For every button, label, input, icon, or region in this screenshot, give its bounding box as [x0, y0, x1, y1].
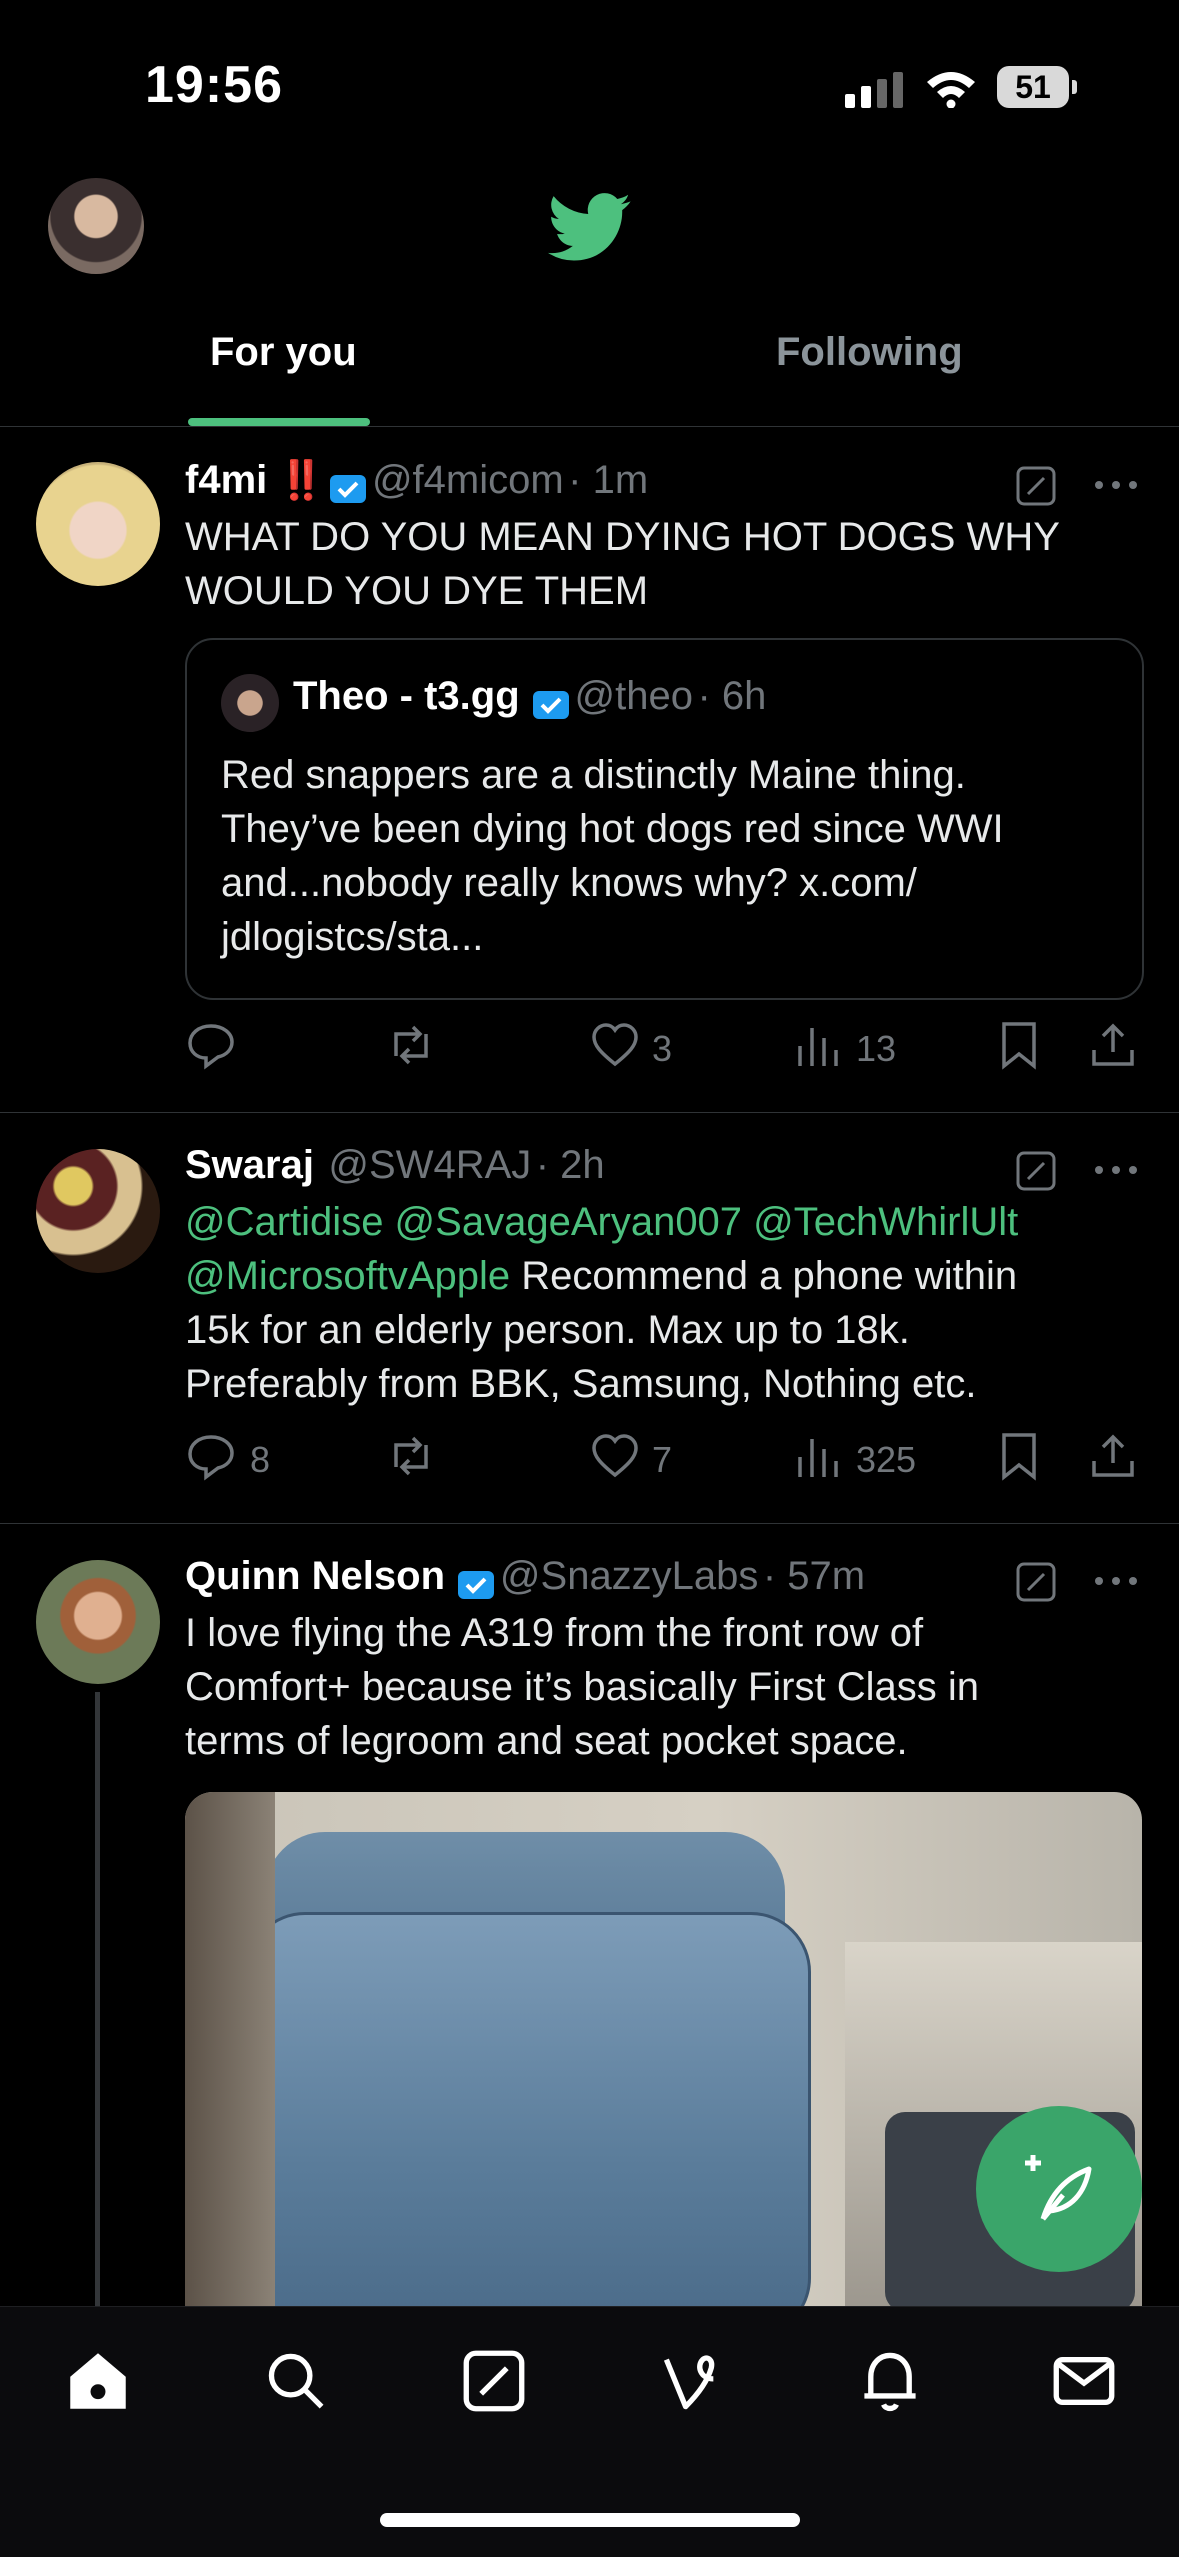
name-emoji: ‼️ [277, 460, 326, 502]
tweet-time: · 2h [535, 1143, 605, 1187]
bookmark-icon[interactable] [994, 1020, 1044, 1070]
tweet-text-line: WOULD YOU DYE THEM [185, 569, 649, 613]
quote-text-line: They’ve been dying hot dogs red since WW… [221, 807, 1004, 851]
reply-icon[interactable] [186, 1020, 236, 1070]
battery-level: 51 [997, 66, 1069, 108]
author-handle[interactable]: @SnazzyLabs [500, 1554, 759, 1598]
edit-icon[interactable] [1016, 1562, 1056, 1602]
tab-for-you[interactable]: For you [210, 330, 357, 375]
quote-text-line: and...nobody really knows why? x.com/ [221, 861, 917, 905]
mail-icon[interactable] [1052, 2349, 1116, 2413]
vine-icon[interactable] [660, 2349, 724, 2413]
tweet-text-line: terms of legroom and seat pocket space. [185, 1719, 908, 1763]
avatar[interactable] [36, 462, 160, 586]
mention-link[interactable]: @MicrosoftvApple [185, 1254, 510, 1298]
home-icon[interactable] [66, 2349, 130, 2413]
profile-avatar[interactable] [48, 178, 144, 274]
author-handle[interactable]: @SW4RAJ [328, 1143, 531, 1187]
like-icon[interactable] [590, 1431, 640, 1481]
home-indicator[interactable] [380, 2513, 800, 2527]
avatar[interactable] [36, 1560, 160, 1684]
view-count: 13 [856, 1028, 897, 1069]
edit-icon[interactable] [1016, 466, 1056, 506]
more-options-icon[interactable] [1094, 480, 1138, 490]
mention-links[interactable]: @Cartidise @SavageAryan007 @TechWhirlUlt [185, 1200, 1018, 1244]
tab-following[interactable]: Following [776, 330, 963, 375]
tweet-time: · 1m [568, 458, 649, 502]
tweet-text-line: Comfort+ because it’s basically First Cl… [185, 1665, 979, 1709]
views-icon[interactable] [794, 1431, 844, 1481]
thread-line [95, 1692, 100, 2306]
retweet-icon[interactable] [386, 1431, 436, 1481]
author-name[interactable]: Quinn Nelson [185, 1554, 445, 1598]
tweet-time: · 57m [762, 1554, 866, 1598]
header-divider [0, 426, 1179, 427]
quote-time: · 6h [697, 674, 767, 718]
cellular-signal-icon [845, 72, 903, 108]
share-icon[interactable] [1088, 1431, 1138, 1481]
reply-count: 8 [250, 1439, 271, 1480]
avatar[interactable] [36, 1149, 160, 1273]
like-count: 7 [652, 1439, 673, 1480]
more-options-icon[interactable] [1094, 1576, 1138, 1586]
tweet-text-line: Preferably from BBK, Samsung, Nothing et… [185, 1362, 977, 1406]
like-count: 3 [652, 1028, 673, 1069]
compose-feather-icon [1025, 2155, 1092, 2221]
twitter-bird-logo[interactable] [548, 192, 632, 264]
author-name[interactable]: Swaraj [185, 1143, 314, 1187]
tweet-swaraj[interactable]: Swaraj @SW4RAJ · 2h @Cartidise @SavageAr… [0, 1113, 1179, 1523]
battery-indicator: 51 [997, 66, 1077, 108]
reply-icon[interactable] [186, 1431, 236, 1481]
like-icon[interactable] [590, 1020, 640, 1070]
verified-badge-icon [458, 1570, 495, 1599]
quote-text-line: jdlogistcs/sta... [221, 915, 484, 959]
bell-icon[interactable] [858, 2349, 922, 2413]
compose-icon[interactable] [462, 2349, 526, 2413]
bookmark-icon[interactable] [994, 1431, 1044, 1481]
edit-icon[interactable] [1016, 1151, 1056, 1191]
author-handle[interactable]: @f4micom [372, 458, 564, 502]
tweet-actions: 8 7 325 [0, 1431, 1179, 1487]
tweet-text-line: 15k for an elderly person. Max up to 18k… [185, 1308, 910, 1352]
active-tab-indicator [188, 418, 370, 426]
more-options-icon[interactable] [1094, 1165, 1138, 1175]
tweet-text: Recommend a phone within [510, 1254, 1018, 1298]
verified-badge-icon [330, 474, 367, 503]
quote-author-handle[interactable]: @theo [575, 674, 693, 718]
view-count: 325 [856, 1439, 917, 1480]
quote-avatar[interactable] [221, 674, 279, 732]
status-time: 19:56 [145, 56, 283, 114]
search-icon[interactable] [264, 2349, 328, 2413]
retweet-icon[interactable] [386, 1020, 436, 1070]
compose-tweet-button[interactable] [976, 2106, 1142, 2272]
wifi-icon [927, 72, 975, 108]
tweet-text-line: WHAT DO YOU MEAN DYING HOT DOGS WHY [185, 515, 1060, 559]
quoted-tweet[interactable]: Theo - t3.gg @theo · 6h Red snappers are… [185, 638, 1144, 1000]
views-icon[interactable] [794, 1020, 844, 1070]
verified-badge-icon [533, 690, 570, 719]
share-icon[interactable] [1088, 1020, 1138, 1070]
quote-text-line: Red snappers are a distinctly Maine thin… [221, 753, 966, 797]
tweet-actions: 3 13 [0, 1020, 1179, 1076]
author-name[interactable]: f4mi [185, 458, 267, 502]
tweet-text-line: I love flying the A319 from the front ro… [185, 1611, 924, 1655]
quote-author-name[interactable]: Theo - t3.gg [293, 674, 520, 718]
